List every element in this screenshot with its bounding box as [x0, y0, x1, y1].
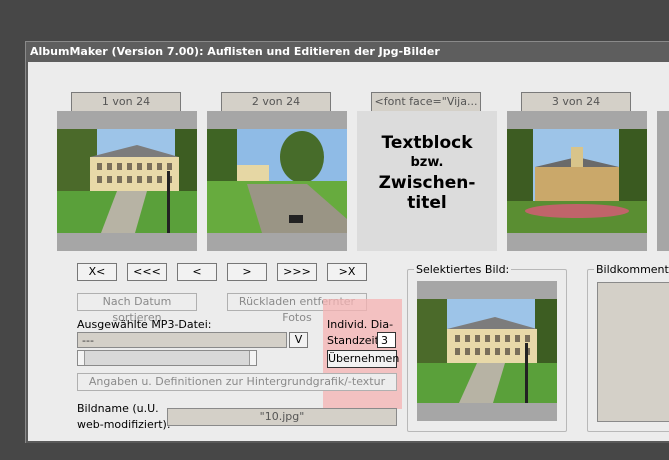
sort-by-date-button[interactable]: Nach Datum sortieren — [77, 293, 197, 324]
mp3-select[interactable]: --- — [77, 332, 287, 348]
thumbnail-image-4-partial[interactable] — [657, 111, 669, 251]
filename-field: "10.jpg" — [167, 408, 397, 426]
castle-photo — [507, 129, 647, 233]
mp3-dropdown-button[interactable]: V — [289, 332, 308, 348]
comment-label: Bildkommentar b — [594, 263, 669, 276]
thumbnail-image-3[interactable] — [507, 111, 647, 251]
thumbnail-image-2[interactable] — [207, 111, 347, 251]
thumbnail-caption-2: 2 von 24 — [221, 92, 331, 112]
mp3-slider-track[interactable] — [77, 350, 257, 366]
palace-photo — [57, 129, 197, 233]
dia-label-line-1: Individ. Dia- — [327, 318, 394, 331]
filename-label-line-1: Bildname (u.U. — [77, 402, 159, 415]
window-title: AlbumMaker (Version 7.00): Auflisten und… — [26, 42, 669, 62]
textblock-thumbnail[interactable]: Textblock bzw. Zwischen- titel — [357, 111, 497, 251]
nav-last-button[interactable]: >X — [327, 263, 367, 281]
mp3-label: Ausgewählte MP3-Datei: — [77, 318, 212, 331]
slider-thumb-right[interactable] — [249, 351, 256, 365]
textblock-line-1: Textblock — [381, 133, 473, 153]
nav-forward-button[interactable]: > — [227, 263, 267, 281]
thumbnail-caption-4: 3 von 24 — [521, 92, 631, 112]
comment-textarea[interactable] — [597, 282, 669, 422]
textblock-line-4: titel — [407, 193, 447, 213]
selected-palace-photo — [417, 299, 557, 403]
dia-label-line-2: Standzeit: — [327, 334, 383, 347]
selected-image-label: Selektiertes Bild: — [414, 263, 512, 276]
selected-image-preview[interactable] — [417, 281, 557, 421]
textblock-line-3: Zwischen- — [378, 173, 476, 193]
nav-back-button[interactable]: < — [177, 263, 217, 281]
apply-button[interactable]: Übernehmen — [327, 350, 399, 368]
nav-forward-many-button[interactable]: >>> — [277, 263, 317, 281]
slider-thumb-left[interactable] — [78, 351, 85, 365]
textblock-line-2: bzw. — [410, 155, 444, 170]
thumbnail-caption-3: <font face="Vija... — [371, 92, 481, 112]
thumbnail-caption-1: 1 von 24 — [71, 92, 181, 112]
park-photo — [207, 129, 347, 233]
nav-back-many-button[interactable]: <<< — [127, 263, 167, 281]
dia-duration-input[interactable]: 3 — [377, 332, 396, 348]
thumbnail-image-1[interactable] — [57, 111, 197, 251]
nav-first-button[interactable]: X< — [77, 263, 117, 281]
background-definitions-button[interactable]: Angaben u. Definitionen zur Hintergrundg… — [77, 373, 397, 391]
filename-label-line-2: web-modifiziert): — [77, 418, 171, 431]
